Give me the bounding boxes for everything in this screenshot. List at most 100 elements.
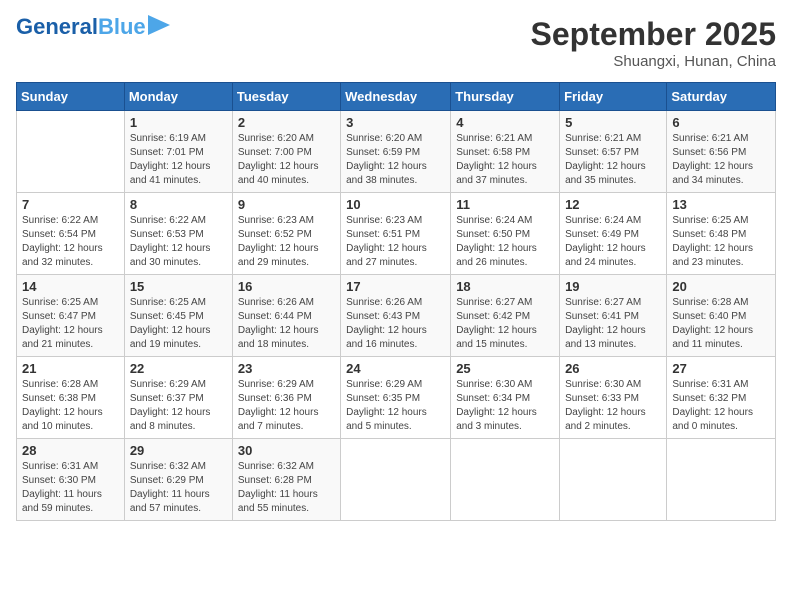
day-info: Sunrise: 6:25 AM Sunset: 6:48 PM Dayligh… [672, 214, 770, 270]
calendar-cell: 5 Sunrise: 6:21 AM Sunset: 6:57 PM Daylig… [560, 111, 667, 193]
day-of-week-header: Sunday [17, 83, 125, 111]
day-info: Sunrise: 6:21 AM Sunset: 6:56 PM Dayligh… [672, 132, 770, 188]
calendar-week-row: 7Sunrise: 6:22 AM Sunset: 6:54 PM Daylig… [17, 193, 776, 275]
day-number: 10 [346, 197, 445, 212]
day-of-week-header: Saturday [667, 83, 776, 111]
logo-text: GeneralBlue [16, 16, 146, 38]
day-number: 6 [672, 115, 770, 130]
day-info: Sunrise: 6:28 AM Sunset: 6:40 PM Dayligh… [672, 296, 770, 352]
calendar-header-row: SundayMondayTuesdayWednesdayThursdayFrid… [17, 83, 776, 111]
day-of-week-header: Thursday [451, 83, 560, 111]
day-info: Sunrise: 6:31 AM Sunset: 6:32 PM Dayligh… [672, 378, 770, 434]
day-number: 1 [130, 115, 227, 130]
day-number: 4 [456, 115, 554, 130]
day-info: Sunrise: 6:21 AM Sunset: 6:57 PM Dayligh… [565, 132, 661, 188]
calendar-cell: 10 Sunrise: 6:23 AM Sunset: 6:51 PM Dayli… [341, 193, 451, 275]
calendar-cell: 11 Sunrise: 6:24 AM Sunset: 6:50 PM Dayli… [451, 193, 560, 275]
calendar-cell [451, 439, 560, 521]
day-number: 9 [238, 197, 335, 212]
day-number: 27 [672, 361, 770, 376]
calendar-cell: 6 Sunrise: 6:21 AM Sunset: 6:56 PM Daylig… [667, 111, 776, 193]
day-number: 12 [565, 197, 661, 212]
day-number: 28 [22, 443, 119, 458]
calendar-cell: 28 Sunrise: 6:31 AM Sunset: 6:30 PM Dayli… [17, 439, 125, 521]
day-info: Sunrise: 6:29 AM Sunset: 6:37 PM Dayligh… [130, 378, 227, 434]
calendar-week-row: 14 Sunrise: 6:25 AM Sunset: 6:47 PM Dayli… [17, 275, 776, 357]
calendar-cell: 29Sunrise: 6:32 AM Sunset: 6:29 PM Dayli… [124, 439, 232, 521]
calendar-cell: 21 Sunrise: 6:28 AM Sunset: 6:38 PM Dayli… [17, 357, 125, 439]
day-info: Sunrise: 6:22 AM Sunset: 6:54 PM Dayligh… [22, 214, 119, 270]
day-number: 19 [565, 279, 661, 294]
calendar-cell: 14 Sunrise: 6:25 AM Sunset: 6:47 PM Dayli… [17, 275, 125, 357]
calendar-cell [17, 111, 125, 193]
calendar-cell [560, 439, 667, 521]
day-of-week-header: Monday [124, 83, 232, 111]
day-number: 15 [130, 279, 227, 294]
day-number: 18 [456, 279, 554, 294]
day-info: Sunrise: 6:30 AM Sunset: 6:33 PM Dayligh… [565, 378, 661, 434]
calendar-cell: 13 Sunrise: 6:25 AM Sunset: 6:48 PM Dayli… [667, 193, 776, 275]
day-info: Sunrise: 6:25 AM Sunset: 6:47 PM Dayligh… [22, 296, 119, 352]
day-number: 3 [346, 115, 445, 130]
calendar-cell: 19 Sunrise: 6:27 AM Sunset: 6:41 PM Dayli… [560, 275, 667, 357]
month-title: September 2025 [531, 16, 776, 53]
day-info: Sunrise: 6:22 AM Sunset: 6:53 PM Dayligh… [130, 214, 227, 270]
day-number: 30 [238, 443, 335, 458]
day-info: Sunrise: 6:27 AM Sunset: 6:41 PM Dayligh… [565, 296, 661, 352]
calendar-cell: 30 Sunrise: 6:32 AM Sunset: 6:28 PM Dayli… [232, 439, 340, 521]
calendar-week-row: 28 Sunrise: 6:31 AM Sunset: 6:30 PM Dayli… [17, 439, 776, 521]
day-number: 14 [22, 279, 119, 294]
calendar-cell: 9 Sunrise: 6:23 AM Sunset: 6:52 PM Daylig… [232, 193, 340, 275]
calendar-cell: 20Sunrise: 6:28 AM Sunset: 6:40 PM Dayli… [667, 275, 776, 357]
day-number: 11 [456, 197, 554, 212]
day-number: 13 [672, 197, 770, 212]
day-info: Sunrise: 6:24 AM Sunset: 6:50 PM Dayligh… [456, 214, 554, 270]
calendar-cell: 4 Sunrise: 6:21 AM Sunset: 6:58 PM Daylig… [451, 111, 560, 193]
calendar-cell: 26 Sunrise: 6:30 AM Sunset: 6:33 PM Dayli… [560, 357, 667, 439]
calendar-cell: 23 Sunrise: 6:29 AM Sunset: 6:36 PM Dayli… [232, 357, 340, 439]
day-info: Sunrise: 6:23 AM Sunset: 6:52 PM Dayligh… [238, 214, 335, 270]
day-info: Sunrise: 6:23 AM Sunset: 6:51 PM Dayligh… [346, 214, 445, 270]
logo-general: General [16, 14, 98, 39]
day-info: Sunrise: 6:21 AM Sunset: 6:58 PM Dayligh… [456, 132, 554, 188]
calendar-cell: 3 Sunrise: 6:20 AM Sunset: 6:59 PM Daylig… [341, 111, 451, 193]
day-info: Sunrise: 6:20 AM Sunset: 7:00 PM Dayligh… [238, 132, 335, 188]
calendar-cell [667, 439, 776, 521]
day-info: Sunrise: 6:31 AM Sunset: 6:30 PM Dayligh… [22, 460, 119, 516]
calendar-cell: 15 Sunrise: 6:25 AM Sunset: 6:45 PM Dayli… [124, 275, 232, 357]
day-number: 17 [346, 279, 445, 294]
logo-arrow-icon [148, 15, 170, 35]
day-info: Sunrise: 6:24 AM Sunset: 6:49 PM Dayligh… [565, 214, 661, 270]
calendar-cell: 7Sunrise: 6:22 AM Sunset: 6:54 PM Daylig… [17, 193, 125, 275]
day-number: 5 [565, 115, 661, 130]
day-info: Sunrise: 6:30 AM Sunset: 6:34 PM Dayligh… [456, 378, 554, 434]
day-of-week-header: Tuesday [232, 83, 340, 111]
calendar-cell: 12 Sunrise: 6:24 AM Sunset: 6:49 PM Dayli… [560, 193, 667, 275]
day-info: Sunrise: 6:25 AM Sunset: 6:45 PM Dayligh… [130, 296, 227, 352]
day-info: Sunrise: 6:26 AM Sunset: 6:43 PM Dayligh… [346, 296, 445, 352]
day-info: Sunrise: 6:32 AM Sunset: 6:28 PM Dayligh… [238, 460, 335, 516]
calendar-cell: 8 Sunrise: 6:22 AM Sunset: 6:53 PM Daylig… [124, 193, 232, 275]
calendar-cell: 16Sunrise: 6:26 AM Sunset: 6:44 PM Dayli… [232, 275, 340, 357]
day-info: Sunrise: 6:28 AM Sunset: 6:38 PM Dayligh… [22, 378, 119, 434]
day-number: 26 [565, 361, 661, 376]
day-number: 21 [22, 361, 119, 376]
day-info: Sunrise: 6:29 AM Sunset: 6:36 PM Dayligh… [238, 378, 335, 434]
day-info: Sunrise: 6:27 AM Sunset: 6:42 PM Dayligh… [456, 296, 554, 352]
day-info: Sunrise: 6:20 AM Sunset: 6:59 PM Dayligh… [346, 132, 445, 188]
day-number: 2 [238, 115, 335, 130]
day-number: 8 [130, 197, 227, 212]
day-number: 24 [346, 361, 445, 376]
day-of-week-header: Friday [560, 83, 667, 111]
day-info: Sunrise: 6:19 AM Sunset: 7:01 PM Dayligh… [130, 132, 227, 188]
calendar-cell: 2 Sunrise: 6:20 AM Sunset: 7:00 PM Daylig… [232, 111, 340, 193]
calendar-cell: 18 Sunrise: 6:27 AM Sunset: 6:42 PM Dayli… [451, 275, 560, 357]
calendar-cell: 25Sunrise: 6:30 AM Sunset: 6:34 PM Dayli… [451, 357, 560, 439]
day-info: Sunrise: 6:26 AM Sunset: 6:44 PM Dayligh… [238, 296, 335, 352]
calendar-cell: 17 Sunrise: 6:26 AM Sunset: 6:43 PM Dayli… [341, 275, 451, 357]
day-number: 23 [238, 361, 335, 376]
calendar-cell: 1 Sunrise: 6:19 AM Sunset: 7:01 PM Daylig… [124, 111, 232, 193]
calendar-cell: 27 Sunrise: 6:31 AM Sunset: 6:32 PM Dayli… [667, 357, 776, 439]
page-header: GeneralBlue September 2025 Shuangxi, Hun… [16, 16, 776, 70]
calendar-cell: 22Sunrise: 6:29 AM Sunset: 6:37 PM Dayli… [124, 357, 232, 439]
